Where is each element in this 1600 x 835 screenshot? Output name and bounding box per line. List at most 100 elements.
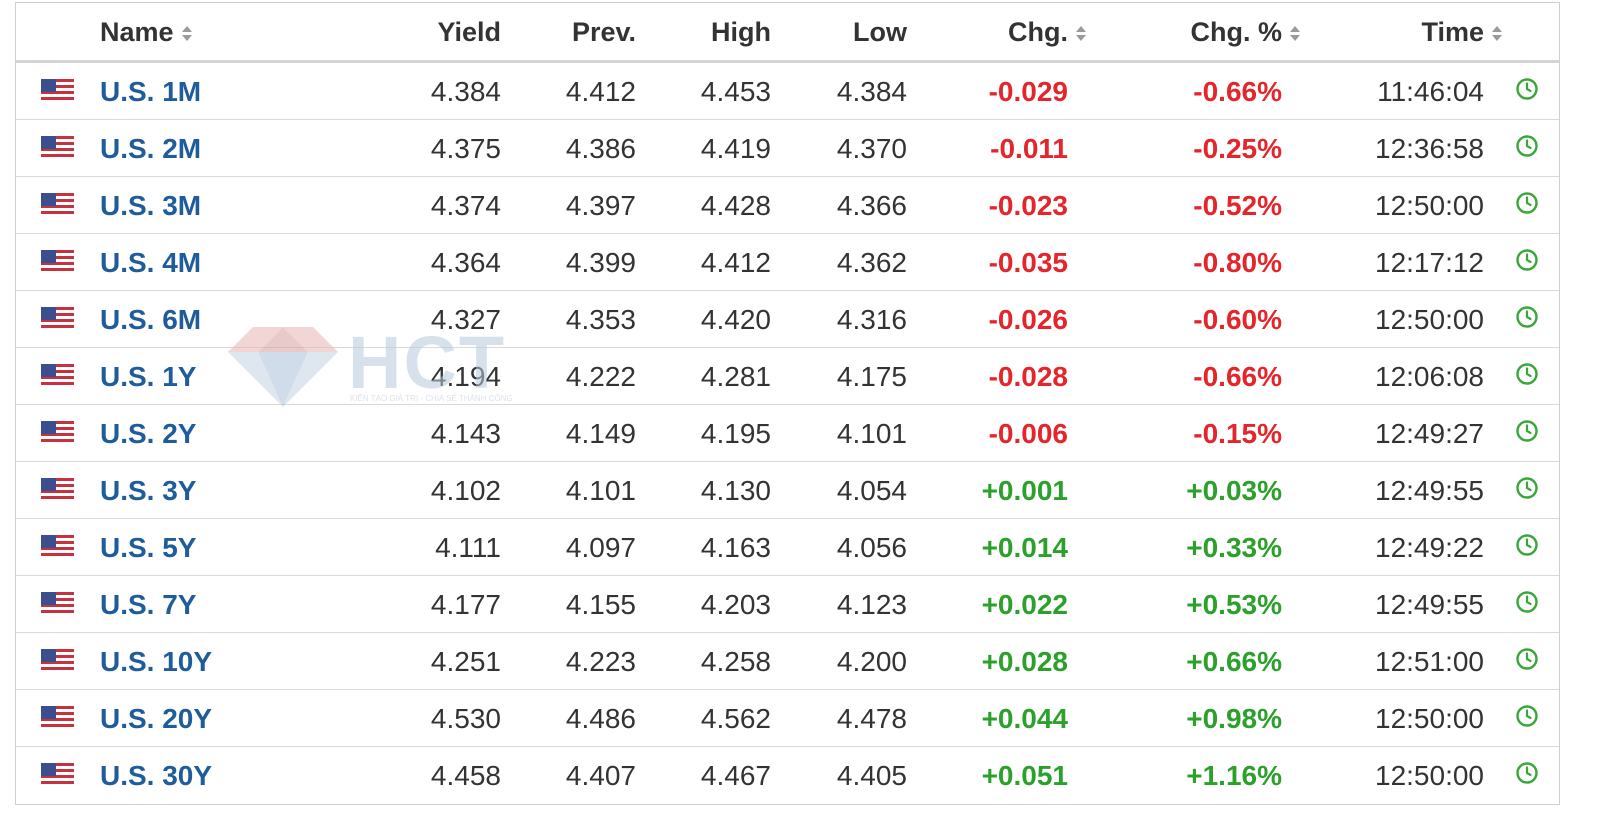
clock-icon [1515, 76, 1539, 100]
table-row[interactable]: U.S. 6M 4.327 4.353 4.420 4.316 -0.026 -… [16, 291, 1559, 348]
table-body: U.S. 1M 4.384 4.412 4.453 4.384 -0.029 -… [16, 63, 1559, 804]
us-flag-icon [41, 193, 74, 217]
bond-yields-table: Name Yield Prev. High Low Chg. Chg. % Ti… [15, 2, 1560, 805]
table-row[interactable]: U.S. 1Y 4.194 4.222 4.281 4.175 -0.028 -… [16, 348, 1559, 405]
table-row[interactable]: U.S. 10Y 4.251 4.223 4.258 4.200 +0.028 … [16, 633, 1559, 690]
prev-value: 4.399 [565, 247, 636, 278]
table-row[interactable]: U.S. 5Y 4.111 4.097 4.163 4.056 +0.014 +… [16, 519, 1559, 576]
sort-icon[interactable] [181, 23, 192, 45]
high-value: 4.453 [700, 76, 771, 107]
prev-value: 4.486 [565, 703, 636, 734]
change-value: +0.044 [981, 703, 1068, 734]
change-value: -0.029 [988, 76, 1068, 107]
change-pct-value: -0.25% [1193, 133, 1282, 164]
change-value: -0.011 [990, 133, 1068, 164]
bond-name-link[interactable]: U.S. 6M [100, 303, 201, 337]
table-row[interactable]: U.S. 20Y 4.530 4.486 4.562 4.478 +0.044 … [16, 690, 1559, 747]
bond-name-link[interactable]: U.S. 2M [100, 132, 201, 166]
clock-icon [1515, 304, 1539, 328]
bond-name-link[interactable]: U.S. 3M [100, 189, 201, 223]
header-name[interactable]: Name [100, 16, 192, 48]
change-pct-value: -0.60% [1193, 304, 1282, 335]
bond-name-link[interactable]: U.S. 5Y [100, 531, 196, 565]
table-row[interactable]: U.S. 3Y 4.102 4.101 4.130 4.054 +0.001 +… [16, 462, 1559, 519]
change-pct-value: +0.33% [1186, 532, 1282, 563]
clock-icon [1515, 190, 1539, 214]
clock-icon [1515, 703, 1539, 727]
low-value: 4.054 [836, 475, 907, 506]
high-value: 4.428 [700, 190, 771, 221]
high-value: 4.195 [700, 418, 771, 449]
table-row[interactable]: U.S. 2M 4.375 4.386 4.419 4.370 -0.011 -… [16, 120, 1559, 177]
table-row[interactable]: U.S. 4M 4.364 4.399 4.412 4.362 -0.035 -… [16, 234, 1559, 291]
header-chg-pct[interactable]: Chg. % [1191, 16, 1300, 48]
yield-value: 4.177 [430, 589, 501, 620]
prev-value: 4.353 [565, 304, 636, 335]
clock-icon [1515, 361, 1539, 385]
yield-value: 4.251 [430, 646, 501, 677]
low-value: 4.056 [836, 532, 907, 563]
table-row[interactable]: U.S. 3M 4.374 4.397 4.428 4.366 -0.023 -… [16, 177, 1559, 234]
prev-value: 4.222 [565, 361, 636, 392]
prev-value: 4.101 [565, 475, 636, 506]
clock-icon [1515, 418, 1539, 442]
us-flag-icon [41, 706, 74, 730]
table-row[interactable]: U.S. 30Y 4.458 4.407 4.467 4.405 +0.051 … [16, 747, 1559, 804]
bond-name-link[interactable]: U.S. 2Y [100, 417, 196, 451]
table-row[interactable]: U.S. 1M 4.384 4.412 4.453 4.384 -0.029 -… [16, 63, 1559, 120]
time-value: 12:49:55 [1375, 589, 1484, 620]
us-flag-icon [41, 79, 74, 103]
prev-value: 4.155 [565, 589, 636, 620]
time-value: 12:50:00 [1375, 190, 1484, 221]
sort-icon[interactable] [1492, 23, 1502, 45]
us-flag-icon [41, 364, 74, 388]
header-chg[interactable]: Chg. [1008, 16, 1086, 48]
time-value: 12:50:00 [1375, 760, 1484, 791]
bond-name-link[interactable]: U.S. 3Y [100, 474, 196, 508]
time-value: 12:50:00 [1375, 703, 1484, 734]
high-value: 4.281 [700, 361, 771, 392]
time-value: 11:46:04 [1377, 76, 1484, 107]
bond-name-link[interactable]: U.S. 20Y [100, 702, 212, 736]
change-pct-value: -0.80% [1193, 247, 1282, 278]
bond-name-link[interactable]: U.S. 1Y [100, 360, 196, 394]
prev-value: 4.223 [565, 646, 636, 677]
table-row[interactable]: U.S. 2Y 4.143 4.149 4.195 4.101 -0.006 -… [16, 405, 1559, 462]
table-header: Name Yield Prev. High Low Chg. Chg. % Ti… [16, 3, 1559, 63]
us-flag-icon [41, 136, 74, 160]
yield-value: 4.530 [430, 703, 501, 734]
change-value: +0.051 [981, 760, 1068, 791]
header-high: High [711, 17, 771, 47]
yield-value: 4.375 [430, 133, 501, 164]
yield-value: 4.111 [435, 532, 501, 563]
change-pct-value: -0.15% [1193, 418, 1282, 449]
yield-value: 4.458 [430, 760, 501, 791]
sort-icon[interactable] [1290, 23, 1300, 45]
low-value: 4.101 [836, 418, 907, 449]
us-flag-icon [41, 535, 74, 559]
prev-value: 4.386 [565, 133, 636, 164]
prev-value: 4.149 [565, 418, 636, 449]
bond-name-link[interactable]: U.S. 4M [100, 246, 201, 280]
bond-name-link[interactable]: U.S. 1M [100, 75, 201, 109]
bond-name-link[interactable]: U.S. 30Y [100, 759, 212, 793]
low-value: 4.175 [836, 361, 907, 392]
sort-icon[interactable] [1076, 23, 1086, 45]
us-flag-icon [41, 478, 74, 502]
clock-icon [1515, 532, 1539, 556]
yield-value: 4.194 [430, 361, 501, 392]
high-value: 4.412 [700, 247, 771, 278]
clock-icon [1515, 133, 1539, 157]
change-pct-value: -0.66% [1193, 361, 1282, 392]
prev-value: 4.407 [565, 760, 636, 791]
change-pct-value: +1.16% [1186, 760, 1282, 791]
header-prev: Prev. [571, 17, 636, 47]
change-value: +0.001 [981, 475, 1068, 506]
header-time[interactable]: Time [1421, 16, 1502, 48]
bond-name-link[interactable]: U.S. 7Y [100, 588, 196, 622]
low-value: 4.370 [836, 133, 907, 164]
change-pct-value: -0.52% [1193, 190, 1282, 221]
us-flag-icon [41, 763, 74, 787]
table-row[interactable]: U.S. 7Y 4.177 4.155 4.203 4.123 +0.022 +… [16, 576, 1559, 633]
bond-name-link[interactable]: U.S. 10Y [100, 645, 212, 679]
